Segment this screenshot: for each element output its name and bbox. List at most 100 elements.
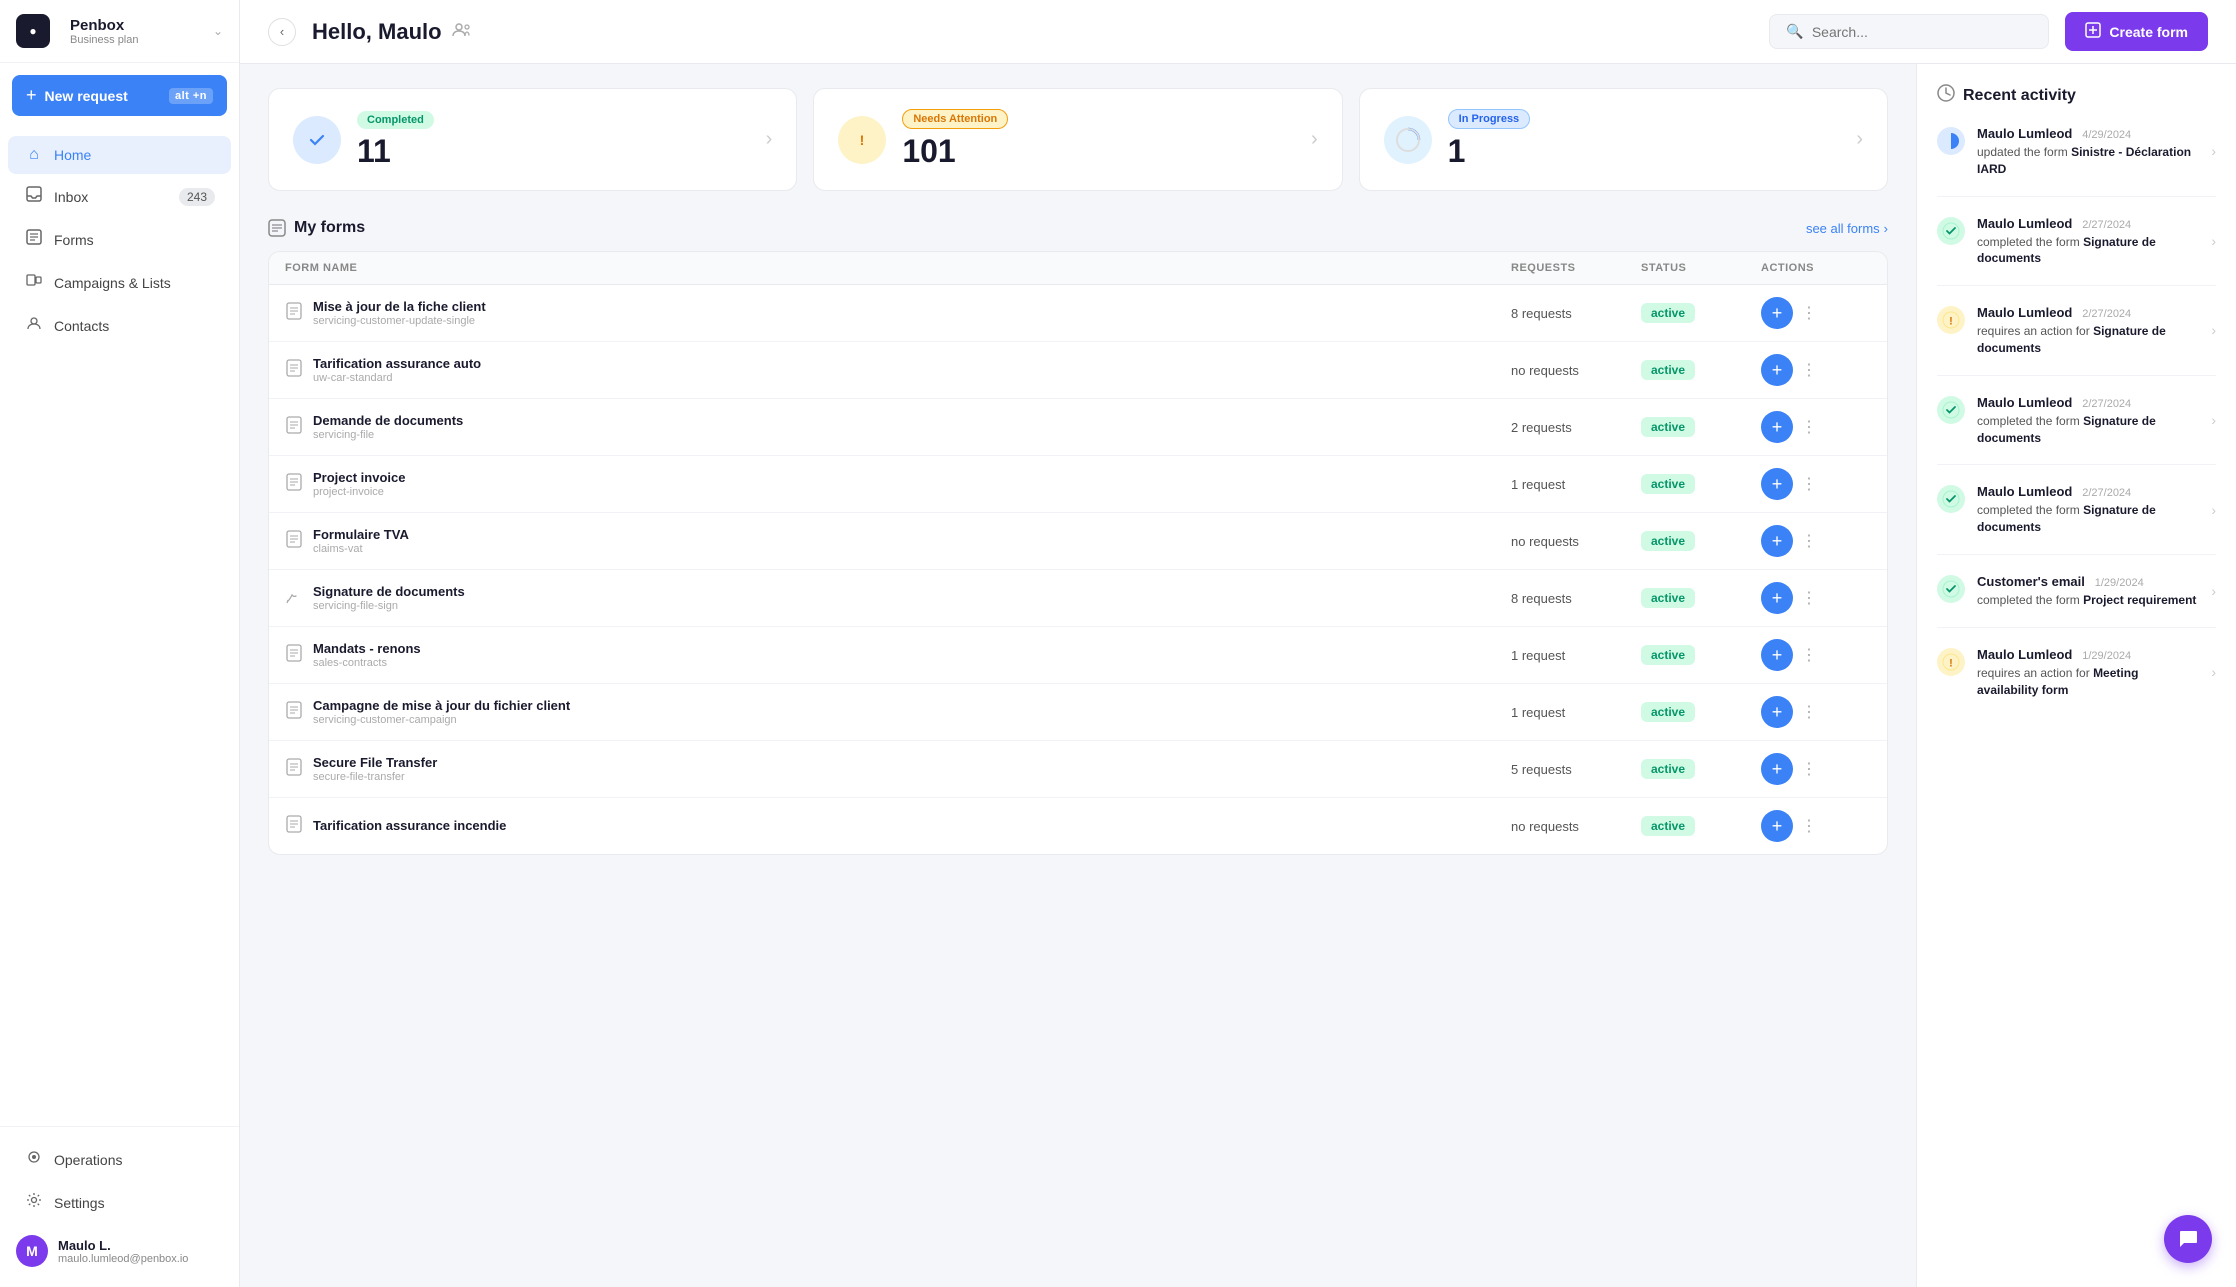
add-request-button[interactable]: + [1761,810,1793,842]
form-status: active [1641,759,1761,779]
stat-in-progress[interactable]: In Progress 1 › [1359,88,1888,191]
see-all-forms-link[interactable]: see all forms › [1806,221,1888,236]
new-request-button[interactable]: + New request alt +n [12,75,227,116]
form-type-icon [285,359,303,382]
activity-body: Maulo Lumleod 4/29/2024 updated the form… [1977,125,2199,178]
contacts-icon [24,315,44,336]
more-options-button[interactable]: ⋮ [1801,474,1817,494]
table-row: Signature de documents servicing-file-si… [269,570,1887,627]
form-slug: servicing-file-sign [313,600,465,612]
sidebar-item-operations[interactable]: Operations [8,1139,231,1180]
activity-form-name: Signature de documents [1977,414,2156,445]
new-request-badge: alt +n [169,88,213,104]
add-request-button[interactable]: + [1761,696,1793,728]
add-request-button[interactable]: + [1761,639,1793,671]
settings-icon [24,1192,44,1213]
activity-item[interactable]: ! Maulo Lumleod 2/27/2024 requires an ac… [1937,304,2216,376]
add-request-button[interactable]: + [1761,525,1793,557]
collapse-sidebar-button[interactable]: ‹ [268,18,296,46]
user-email: maulo.lumleod@penbox.io [58,1253,188,1265]
table-row: Mandats - renons sales-contracts 1 reque… [269,627,1887,684]
activity-item[interactable]: Customer's email 1/29/2024 completed the… [1937,573,2216,628]
activity-date: 2/27/2024 [2082,219,2131,231]
add-request-button[interactable]: + [1761,297,1793,329]
more-options-button[interactable]: ⋮ [1801,303,1817,323]
greeting-text: Hello, Maulo [312,19,442,45]
activity-arrow-icon: › [2211,664,2216,680]
more-options-button[interactable]: ⋮ [1801,360,1817,380]
activity-item[interactable]: Maulo Lumleod 2/27/2024 completed the fo… [1937,215,2216,287]
more-options-button[interactable]: ⋮ [1801,531,1817,551]
stat-needs-attention[interactable]: ! Needs Attention 101 › [813,88,1342,191]
stat-progress-arrow[interactable]: › [1856,128,1863,151]
activity-item[interactable]: Maulo Lumleod 2/27/2024 completed the fo… [1937,394,2216,466]
more-options-button[interactable]: ⋮ [1801,759,1817,779]
activity-user: Maulo Lumleod [1977,126,2072,141]
forms-section-header: My forms see all forms › [268,219,1888,237]
more-options-button[interactable]: ⋮ [1801,417,1817,437]
main-nav: ⌂ Home Inbox 243 Forms [0,128,239,1126]
form-status: active [1641,588,1761,608]
status-badge: active [1641,702,1695,722]
form-actions: + ⋮ [1761,525,1871,557]
search-bar[interactable]: 🔍 [1769,14,2049,49]
form-info: Demande de documents servicing-file [313,413,463,441]
stat-completed-arrow[interactable]: › [766,128,773,151]
activity-user: Maulo Lumleod [1977,395,2072,410]
user-settings-icon[interactable] [452,19,472,44]
in-progress-icon [1384,116,1432,164]
sidebar-item-contacts[interactable]: Contacts [8,305,231,346]
col-form-name: FORM NAME [285,262,1511,274]
stat-progress-body: In Progress 1 [1448,109,1833,170]
form-type-icon [285,530,303,553]
sidebar-item-home[interactable]: ⌂ Home [8,136,231,174]
activity-text: completed the form Signature de document… [1977,234,2199,268]
stat-completed[interactable]: Completed 11 › [268,88,797,191]
sidebar-item-forms[interactable]: Forms [8,219,231,260]
search-input[interactable] [1812,24,2033,40]
add-request-button[interactable]: + [1761,582,1793,614]
form-slug: sales-contracts [313,657,421,669]
activity-item[interactable]: Maulo Lumleod 2/27/2024 completed the fo… [1937,483,2216,555]
form-actions: + ⋮ [1761,354,1871,386]
add-request-button[interactable]: + [1761,753,1793,785]
sidebar-item-label: Inbox [54,189,88,205]
forms-table: FORM NAME REQUESTS STATUS ACTIONS Mise à… [268,251,1888,855]
form-slug: servicing-customer-update-single [313,315,486,327]
sidebar-item-campaigns[interactable]: Campaigns & Lists [8,262,231,303]
activity-body: Customer's email 1/29/2024 completed the… [1977,573,2199,609]
activity-date: 2/27/2024 [2082,398,2131,410]
more-options-button[interactable]: ⋮ [1801,816,1817,836]
form-status: active [1641,360,1761,380]
sidebar-item-label: Forms [54,232,94,248]
sidebar-item-inbox[interactable]: Inbox 243 [8,176,231,217]
chat-fab-button[interactable] [2164,1215,2212,1263]
activity-item[interactable]: ! Maulo Lumleod 1/29/2024 requires an ac… [1937,646,2216,717]
activity-arrow-icon: › [2211,583,2216,599]
sidebar-item-settings[interactable]: Settings [8,1182,231,1223]
activity-status-icon: ! [1937,648,1965,676]
add-request-button[interactable]: + [1761,354,1793,386]
add-request-button[interactable]: + [1761,411,1793,443]
form-slug: project-invoice [313,486,405,498]
more-options-button[interactable]: ⋮ [1801,588,1817,608]
form-info: Secure File Transfer secure-file-transfe… [313,755,437,783]
in-progress-badge: In Progress [1448,109,1531,129]
search-icon: 🔍 [1786,23,1803,40]
form-status: active [1641,645,1761,665]
table-row: Secure File Transfer secure-file-transfe… [269,741,1887,798]
form-requests: 1 request [1511,648,1641,663]
sidebar-bottom-nav: Operations Settings M Maulo L. maulo.lum… [0,1126,239,1287]
stat-attention-arrow[interactable]: › [1311,128,1318,151]
form-actions: + ⋮ [1761,639,1871,671]
create-form-button[interactable]: Create form [2065,12,2208,51]
form-requests: 8 requests [1511,306,1641,321]
more-options-button[interactable]: ⋮ [1801,645,1817,665]
form-requests: no requests [1511,363,1641,378]
chevron-down-icon[interactable]: ⌄ [213,24,223,38]
activity-user: Maulo Lumleod [1977,484,2072,499]
more-options-button[interactable]: ⋮ [1801,702,1817,722]
user-profile[interactable]: M Maulo L. maulo.lumleod@penbox.io [0,1225,239,1277]
activity-item[interactable]: Maulo Lumleod 4/29/2024 updated the form… [1937,125,2216,197]
add-request-button[interactable]: + [1761,468,1793,500]
